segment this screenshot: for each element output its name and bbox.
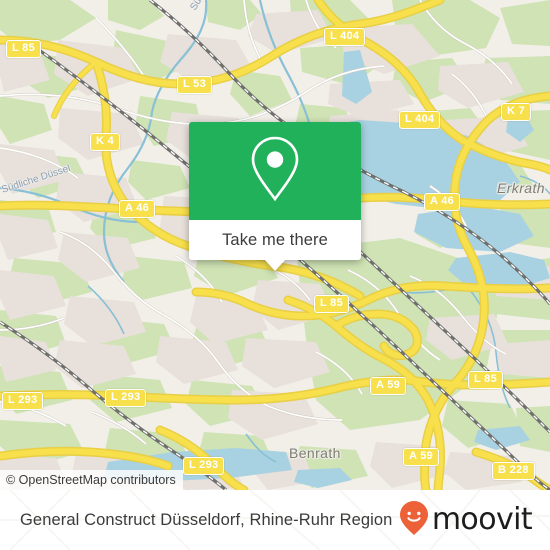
popup-footer[interactable]: Take me there bbox=[189, 220, 361, 271]
moovit-wordmark: moovit bbox=[431, 502, 533, 537]
road-shield: L 404 bbox=[399, 111, 441, 129]
place-label-erkrath: Erkrath bbox=[497, 180, 545, 196]
take-me-there-label: Take me there bbox=[222, 230, 328, 249]
road-shield: B 228 bbox=[492, 462, 535, 480]
road-shield: L 85 bbox=[314, 295, 350, 313]
road-shield: K 7 bbox=[501, 103, 532, 121]
road-shield: K 4 bbox=[90, 133, 121, 151]
road-shield: L 293 bbox=[183, 457, 225, 475]
road-shield: L 404 bbox=[324, 28, 366, 46]
road-shield: L 293 bbox=[2, 392, 44, 410]
moovit-location-map-page: Südliche Düssel Südlic Erkrath Benrath L… bbox=[0, 0, 550, 550]
map-canvas[interactable]: Südliche Düssel Südlic Erkrath Benrath L… bbox=[0, 0, 550, 490]
popup-header bbox=[189, 122, 361, 220]
road-shield: L 53 bbox=[177, 76, 213, 94]
road-shield: A 59 bbox=[403, 448, 440, 466]
osm-attribution[interactable]: © OpenStreetMap contributors bbox=[0, 470, 183, 490]
location-popup-card[interactable]: Take me there bbox=[189, 122, 361, 271]
road-shield: L 85 bbox=[6, 40, 42, 58]
moovit-pin-icon bbox=[399, 500, 429, 541]
footer-bar: General Construct Düsseldorf, Rhine-Ruhr… bbox=[0, 490, 550, 550]
page-title: General Construct Düsseldorf, Rhine-Ruhr… bbox=[20, 510, 393, 529]
map-pin-icon bbox=[247, 134, 303, 209]
road-shield: L 85 bbox=[468, 371, 504, 389]
moovit-brand[interactable]: moovit bbox=[399, 500, 533, 541]
road-shield: L 293 bbox=[105, 389, 147, 407]
road-shield: A 46 bbox=[119, 200, 156, 218]
road-shield: A 46 bbox=[424, 193, 461, 211]
place-label-benrath: Benrath bbox=[289, 445, 341, 461]
road-shield: A 59 bbox=[370, 377, 407, 395]
popup-pointer-tail bbox=[264, 259, 286, 271]
